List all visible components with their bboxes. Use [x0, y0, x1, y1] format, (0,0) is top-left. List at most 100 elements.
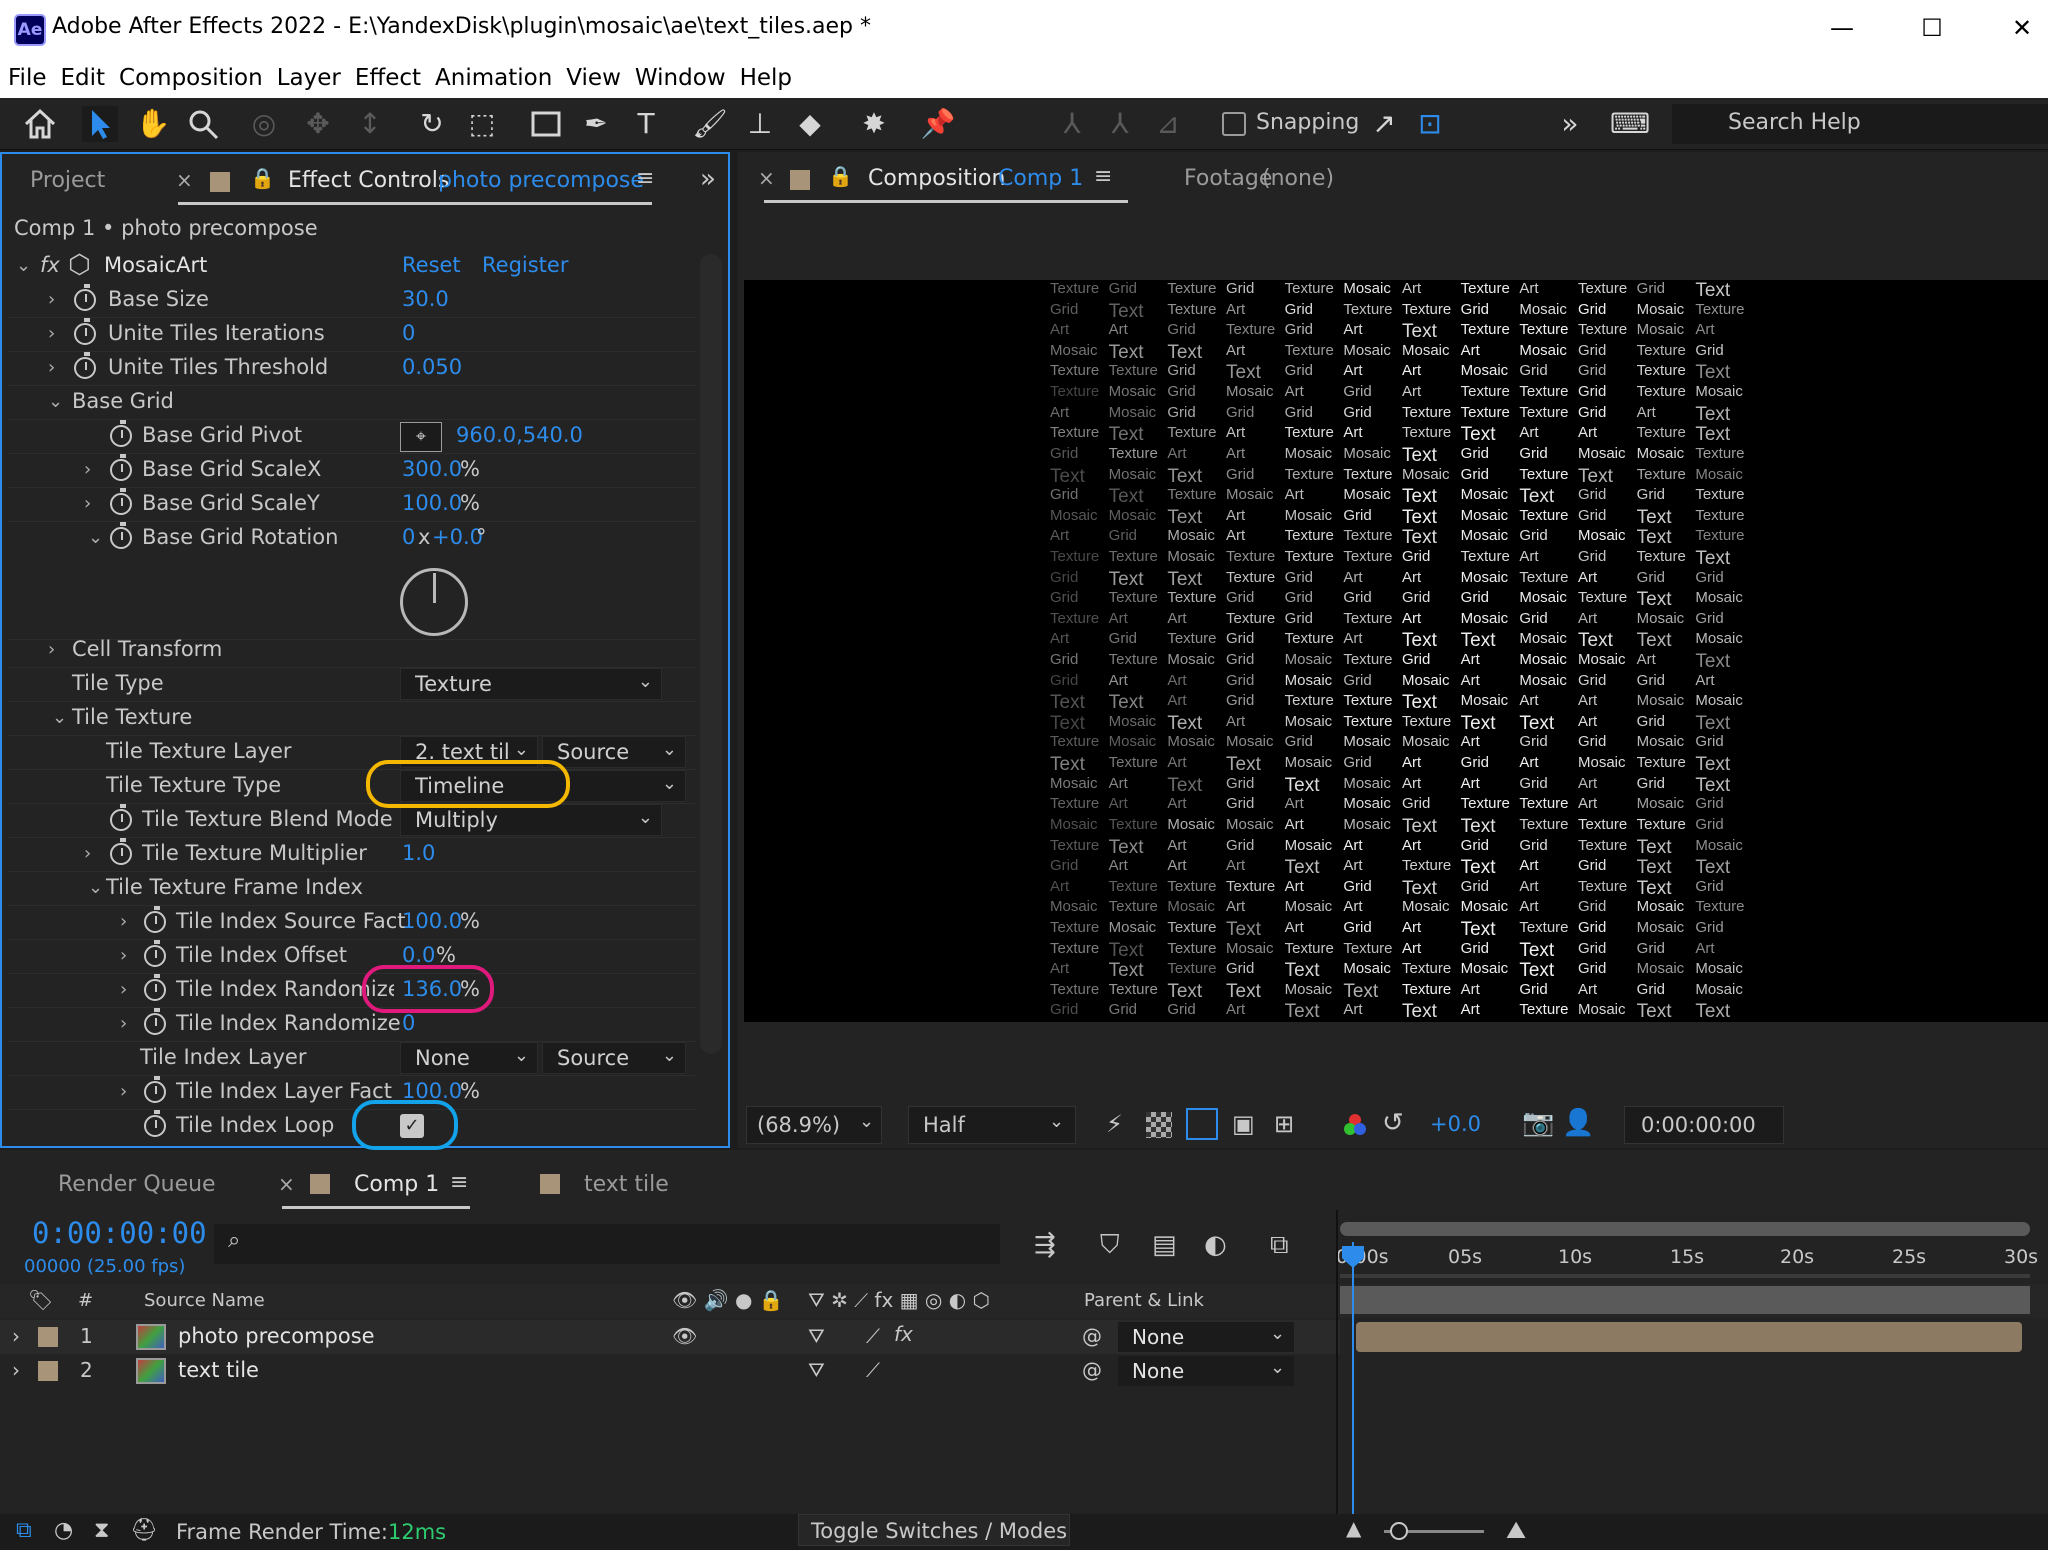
tab-project[interactable]: Project: [30, 168, 105, 193]
grid-guides-icon[interactable]: ⊞: [1274, 1110, 1294, 1138]
register-link[interactable]: Register: [482, 253, 568, 277]
snapshot-camera-icon[interactable]: 📷: [1522, 1108, 1554, 1138]
param-value[interactable]: 0: [402, 1011, 415, 1035]
tab-comp-1[interactable]: Comp 1: [354, 1172, 439, 1197]
expand-chevron-icon[interactable]: ›: [120, 945, 127, 966]
panel-menu-icon[interactable]: ≡: [450, 1170, 468, 1195]
transparency-grid-icon[interactable]: [1146, 1112, 1172, 1138]
pan-camera-icon[interactable]: ✥: [300, 106, 336, 142]
work-area-bar[interactable]: [1340, 1222, 2030, 1236]
layer-switches-toggle-icon[interactable]: ⧉: [16, 1518, 32, 1543]
draft-3d-icon[interactable]: ⛉: [1100, 1230, 1120, 1261]
collapse-transform-icon[interactable]: ⛛: [808, 1358, 825, 1382]
tab-text-tile[interactable]: text tile: [584, 1172, 669, 1197]
transfer-controls-icon[interactable]: ◔: [54, 1518, 73, 1543]
menu-file[interactable]: File: [8, 65, 47, 91]
layer-row[interactable]: › 1 photo precompose 👁 ⛛ ⟋ fx @ None ⌄: [0, 1320, 1340, 1354]
brush-tool-icon[interactable]: 🖌: [692, 106, 728, 142]
column-source-name[interactable]: Source Name: [144, 1290, 265, 1311]
minimize-button[interactable]: —: [1800, 6, 1884, 50]
parent-dropdown[interactable]: None ⌄: [1118, 1322, 1294, 1352]
expand-chevron-icon[interactable]: ›: [48, 357, 55, 378]
maximize-button[interactable]: ☐: [1890, 6, 1974, 50]
layer-name[interactable]: text tile: [178, 1358, 259, 1382]
close-tab-icon[interactable]: ×: [758, 166, 775, 190]
visibility-eye-icon[interactable]: 👁: [672, 1324, 697, 1348]
stopwatch-icon[interactable]: [110, 804, 132, 831]
composition-viewer[interactable]: Texture Grid Texture Grid Texture Mosaic Art Te…: [744, 280, 2048, 1022]
effect-panel-scrollbar[interactable]: [700, 254, 722, 1054]
render-time-icon[interactable]: ⛑: [130, 1518, 158, 1543]
clone-stamp-icon[interactable]: ⊥: [742, 106, 778, 142]
layer-name[interactable]: photo precompose: [178, 1324, 375, 1348]
stopwatch-icon[interactable]: [144, 1008, 166, 1035]
stopwatch-icon[interactable]: [144, 1076, 166, 1103]
home-icon[interactable]: [22, 106, 58, 142]
menu-help[interactable]: Help: [740, 65, 792, 91]
stopwatch-icon[interactable]: [144, 974, 166, 1001]
stopwatch-icon[interactable]: [144, 940, 166, 967]
expand-chevron-icon[interactable]: ›: [120, 911, 127, 932]
toggle-switches-modes-button[interactable]: Toggle Switches / Modes: [798, 1514, 1070, 1546]
close-window-button[interactable]: ✕: [1980, 6, 2048, 50]
zoom-dropdown[interactable]: (68.9%) ⌄: [746, 1106, 882, 1144]
layer-row[interactable]: › 2 text tile ⛛ ⟋ @ None ⌄: [0, 1354, 1340, 1388]
stopwatch-icon[interactable]: [74, 284, 96, 311]
lock-icon[interactable]: 🔒: [828, 164, 853, 188]
layer-label-color[interactable]: [38, 1361, 58, 1381]
pickwhip-icon[interactable]: @: [1082, 1324, 1102, 1348]
expand-chevron-icon[interactable]: ›: [120, 1013, 127, 1034]
rotation-dial[interactable]: [400, 568, 468, 636]
quality-icon[interactable]: ⟋: [866, 1358, 880, 1382]
fast-previews-icon[interactable]: ⚡: [1106, 1110, 1123, 1138]
menu-effect[interactable]: Effect: [355, 65, 421, 91]
resolution-dropdown[interactable]: Half ⌄: [908, 1106, 1076, 1144]
workspace-overflow-icon[interactable]: »: [1552, 106, 1588, 142]
type-tool-icon[interactable]: T: [628, 106, 664, 142]
parent-dropdown[interactable]: None ⌄: [1118, 1356, 1294, 1386]
stopwatch-icon[interactable]: [110, 838, 132, 865]
quality-icon[interactable]: ⟋: [866, 1324, 880, 1348]
hand-tool-icon[interactable]: ✋: [135, 106, 171, 142]
param-value[interactable]: 0: [402, 321, 415, 345]
eraser-tool-icon[interactable]: ◆: [792, 106, 828, 142]
reset-link[interactable]: Reset: [402, 253, 461, 277]
pen-tool-icon[interactable]: ✒: [578, 106, 614, 142]
in-out-icon[interactable]: ⧗: [94, 1518, 109, 1543]
param-value[interactable]: 0.050: [402, 355, 462, 379]
stopwatch-icon[interactable]: [74, 318, 96, 345]
param-value[interactable]: 0.0: [402, 943, 435, 967]
rectangle-tool-icon[interactable]: [528, 106, 564, 142]
zoom-tool-icon[interactable]: [185, 106, 221, 142]
mask-visibility-icon[interactable]: [1186, 1108, 1218, 1140]
menu-composition[interactable]: Composition: [119, 65, 263, 91]
snap-features-icon[interactable]: ⊡: [1412, 106, 1448, 142]
param-value[interactable]: 1.0: [402, 841, 435, 865]
channel-rgb-icon[interactable]: [1342, 1112, 1368, 1138]
rotate-tool-icon[interactable]: ↻: [414, 106, 450, 142]
frame-blending-icon[interactable]: ▤: [1152, 1230, 1177, 1260]
layer-search-input[interactable]: ⌕: [214, 1224, 1000, 1264]
stopwatch-icon[interactable]: [110, 420, 132, 447]
stopwatch-icon[interactable]: [74, 352, 96, 379]
collapse-chevron-icon[interactable]: ⌄: [52, 707, 67, 728]
pickwhip-icon[interactable]: @: [1082, 1358, 1102, 1382]
snap-edges-icon[interactable]: ↗: [1366, 106, 1402, 142]
dolly-camera-icon[interactable]: ↕: [352, 106, 388, 142]
param-value[interactable]: 300.0: [402, 457, 462, 481]
tile-type-dropdown[interactable]: Texture ⌄: [400, 668, 662, 700]
group-row-cell-transform[interactable]: › Cell Transform: [8, 634, 696, 668]
collapse-chevron-icon[interactable]: ⌄: [88, 877, 103, 898]
zoom-slider-handle[interactable]: [1390, 1522, 1408, 1540]
index-layer-dropdown[interactable]: None ⌄: [400, 1042, 538, 1074]
group-row-frame-index[interactable]: ⌄ Tile Texture Frame Index: [8, 872, 696, 906]
composition-name[interactable]: Comp 1: [998, 166, 1083, 191]
close-tab-icon[interactable]: ×: [176, 168, 193, 192]
fx-icon[interactable]: fx: [894, 1322, 913, 1346]
tab-effect-controls[interactable]: Effect Controls: [288, 168, 449, 193]
collapse-transform-icon[interactable]: ⛛: [808, 1324, 825, 1348]
menu-animation[interactable]: Animation: [435, 65, 552, 91]
roto-brush-icon[interactable]: ✸: [856, 106, 892, 142]
reset-exposure-icon[interactable]: ↺: [1382, 1108, 1404, 1138]
region-of-interest-icon[interactable]: ▣: [1232, 1110, 1255, 1138]
